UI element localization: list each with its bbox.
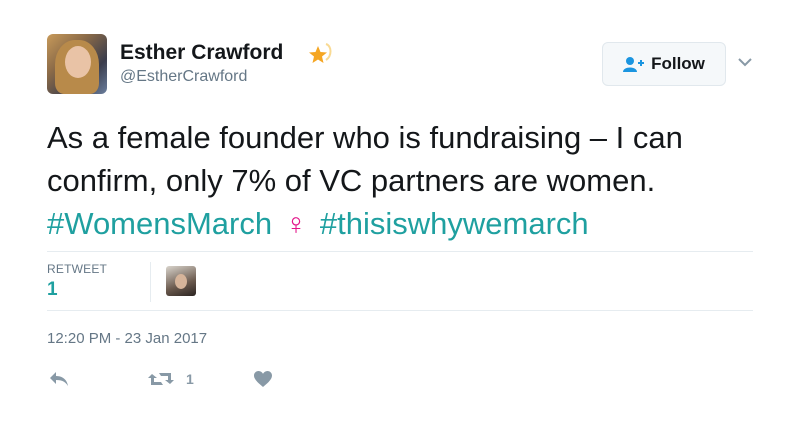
like-button[interactable] bbox=[253, 368, 273, 390]
retweet-stat-label: RETWEET bbox=[47, 262, 108, 276]
tweet-text: As a female founder who is fundraising –… bbox=[47, 116, 767, 246]
retweet-action-count: 1 bbox=[186, 371, 194, 387]
retweet-icon bbox=[148, 373, 174, 385]
retweeter-avatar[interactable] bbox=[166, 266, 196, 296]
tweet-line-3: #WomensMarch ♀ #thisiswhywemarch bbox=[47, 202, 767, 246]
heart-icon bbox=[254, 371, 272, 387]
reply-icon bbox=[50, 372, 68, 386]
follow-button-label: Follow bbox=[651, 54, 705, 73]
female-sign-emoji: ♀ bbox=[284, 208, 308, 241]
hashtag-womensmarch[interactable]: #WomensMarch bbox=[47, 206, 272, 241]
author-name[interactable]: Esther Crawford bbox=[120, 41, 283, 65]
follow-button[interactable]: Follow bbox=[602, 42, 726, 86]
tweet-line-1: As a female founder who is fundraising –… bbox=[47, 120, 683, 155]
hashtag-thisiswhywemarch[interactable]: #thisiswhywemarch bbox=[320, 206, 589, 241]
stats-separator bbox=[150, 262, 151, 302]
retweet-stat-count[interactable]: 1 bbox=[47, 279, 58, 301]
retweeter-face bbox=[175, 274, 187, 289]
add-user-icon bbox=[623, 57, 645, 72]
tweet-line-2: confirm, only 7% of VC partners are wome… bbox=[47, 163, 656, 198]
author-avatar[interactable] bbox=[47, 34, 107, 94]
divider-bottom bbox=[47, 310, 753, 311]
chevron-down-icon[interactable] bbox=[737, 56, 753, 68]
avatar-face bbox=[65, 46, 91, 78]
shooting-star-icon bbox=[309, 43, 332, 63]
tweet-timestamp[interactable]: 12:20 PM - 23 Jan 2017 bbox=[47, 330, 207, 347]
divider-top bbox=[47, 251, 753, 252]
reply-button[interactable] bbox=[48, 368, 70, 390]
retweet-button[interactable] bbox=[147, 368, 175, 390]
author-handle[interactable]: @EstherCrawford bbox=[120, 68, 247, 86]
